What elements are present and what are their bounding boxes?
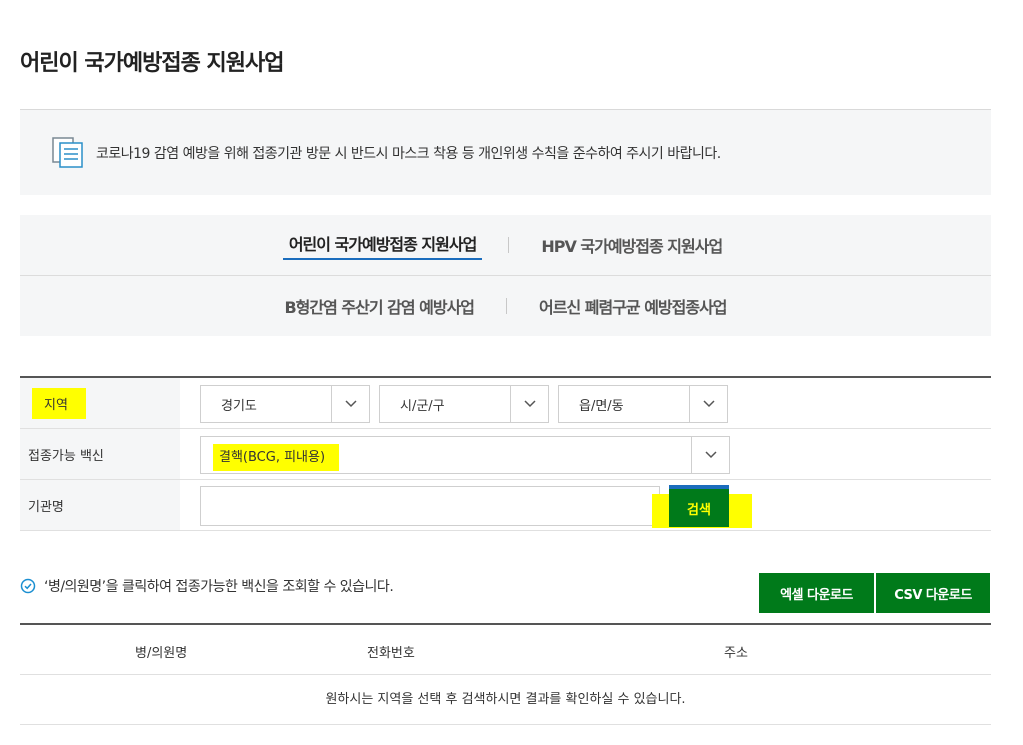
check-circle-icon xyxy=(20,578,36,594)
chevron-down-icon[interactable] xyxy=(689,386,727,422)
org-name-input[interactable] xyxy=(200,486,660,526)
tab-separator xyxy=(506,298,508,314)
program-tabs: 어린이 국가예방접종 지원사업 HPV 국가예방접종 지원사업 B형간염 주산기… xyxy=(20,215,991,336)
table-header: 병/의원명 전화번호 주소 xyxy=(20,625,991,675)
vaccine-label: 접종가능 백신 xyxy=(20,429,180,479)
notice-text: 코로나19 감염 예방을 위해 접종기관 방문 시 반드시 마스크 착용 등 개… xyxy=(96,146,721,162)
results-table: 병/의원명 전화번호 주소 원하시는 지역을 선택 후 검색하시면 결과를 확인… xyxy=(20,623,991,725)
chevron-down-icon[interactable] xyxy=(510,386,548,422)
district-value: 시/군/구 xyxy=(400,398,445,414)
notice-box: 코로나19 감염 예방을 위해 접종기관 방문 시 반드시 마스크 착용 등 개… xyxy=(20,110,991,195)
document-list-icon xyxy=(50,134,86,170)
region-label: 지역 xyxy=(32,387,86,419)
search-button-label: 검색 xyxy=(687,502,711,518)
province-value: 경기도 xyxy=(221,398,257,414)
search-button[interactable]: 검색 xyxy=(669,485,729,527)
vaccine-row: 접종가능 백신 결핵(BCG, 피내용) xyxy=(20,429,991,480)
town-select[interactable]: 읍/면/동 xyxy=(558,385,728,423)
town-value: 읍/면/동 xyxy=(579,398,624,414)
csv-download-button[interactable]: CSV 다운로드 xyxy=(876,573,990,613)
org-name-label: 기관명 xyxy=(20,480,180,530)
org-name-row: 기관명 검색 xyxy=(20,480,991,531)
tab-separator xyxy=(508,237,510,253)
search-form: 지역 경기도 시/군/구 읍/면/동 접종가능 백신 결핵(BCG, 피내용) xyxy=(20,376,991,531)
region-row: 지역 경기도 시/군/구 읍/면/동 xyxy=(20,378,991,429)
district-select[interactable]: 시/군/구 xyxy=(379,385,549,423)
tab-hepatitis-b[interactable]: B형간염 주산기 감염 예방사업 xyxy=(278,294,480,318)
hint-message: ‘병/의원명’을 클릭하여 접종가능한 백신을 조회할 수 있습니다. xyxy=(20,576,394,596)
vaccine-select[interactable]: 결핵(BCG, 피내용) xyxy=(200,436,730,474)
tab-child-vaccination[interactable]: 어린이 국가예방접종 지원사업 xyxy=(282,231,483,260)
column-header-phone: 전화번호 xyxy=(367,646,415,661)
empty-result-message: 원하시는 지역을 선택 후 검색하시면 결과를 확인하실 수 있습니다. xyxy=(20,675,991,725)
page-title: 어린이 국가예방접종 지원사업 xyxy=(20,51,284,76)
excel-download-button[interactable]: 엑셀 다운로드 xyxy=(759,573,874,613)
chevron-down-icon[interactable] xyxy=(691,437,729,473)
chevron-down-icon[interactable] xyxy=(331,386,369,422)
column-header-clinic: 병/의원명 xyxy=(135,646,188,661)
hint-text: ‘병/의원명’을 클릭하여 접종가능한 백신을 조회할 수 있습니다. xyxy=(44,579,394,595)
vaccine-value: 결핵(BCG, 피내용) xyxy=(213,443,340,471)
province-select[interactable]: 경기도 xyxy=(200,385,370,423)
tab-hpv-vaccination[interactable]: HPV 국가예방접종 지원사업 xyxy=(535,233,728,257)
column-header-address: 주소 xyxy=(724,646,748,661)
tab-senior-pneumococcal[interactable]: 어르신 폐렴구균 예방접종사업 xyxy=(533,294,733,318)
